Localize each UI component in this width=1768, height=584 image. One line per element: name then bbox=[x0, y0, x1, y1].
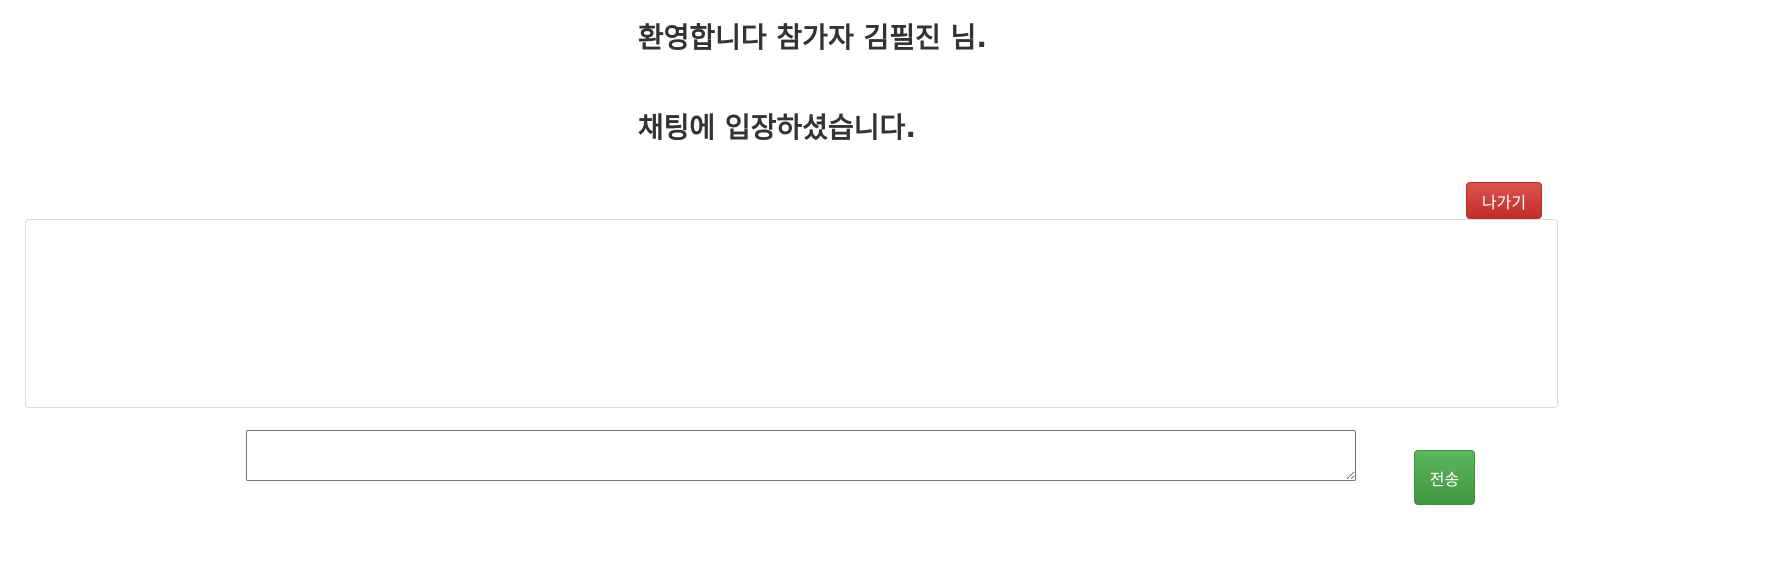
message-input[interactable] bbox=[246, 430, 1356, 481]
send-button[interactable]: 전송 bbox=[1414, 450, 1475, 505]
exit-button[interactable]: 나가기 bbox=[1466, 182, 1542, 219]
entered-heading: 채팅에 입장하셨습니다. bbox=[638, 111, 916, 144]
welcome-heading: 환영합니다 참가자 김필진 님. bbox=[638, 21, 988, 54]
chat-page: 환영합니다 참가자 김필진 님. 채팅에 입장하셨습니다. 나가기 전송 bbox=[0, 0, 1768, 584]
chat-message-area[interactable] bbox=[25, 219, 1558, 408]
